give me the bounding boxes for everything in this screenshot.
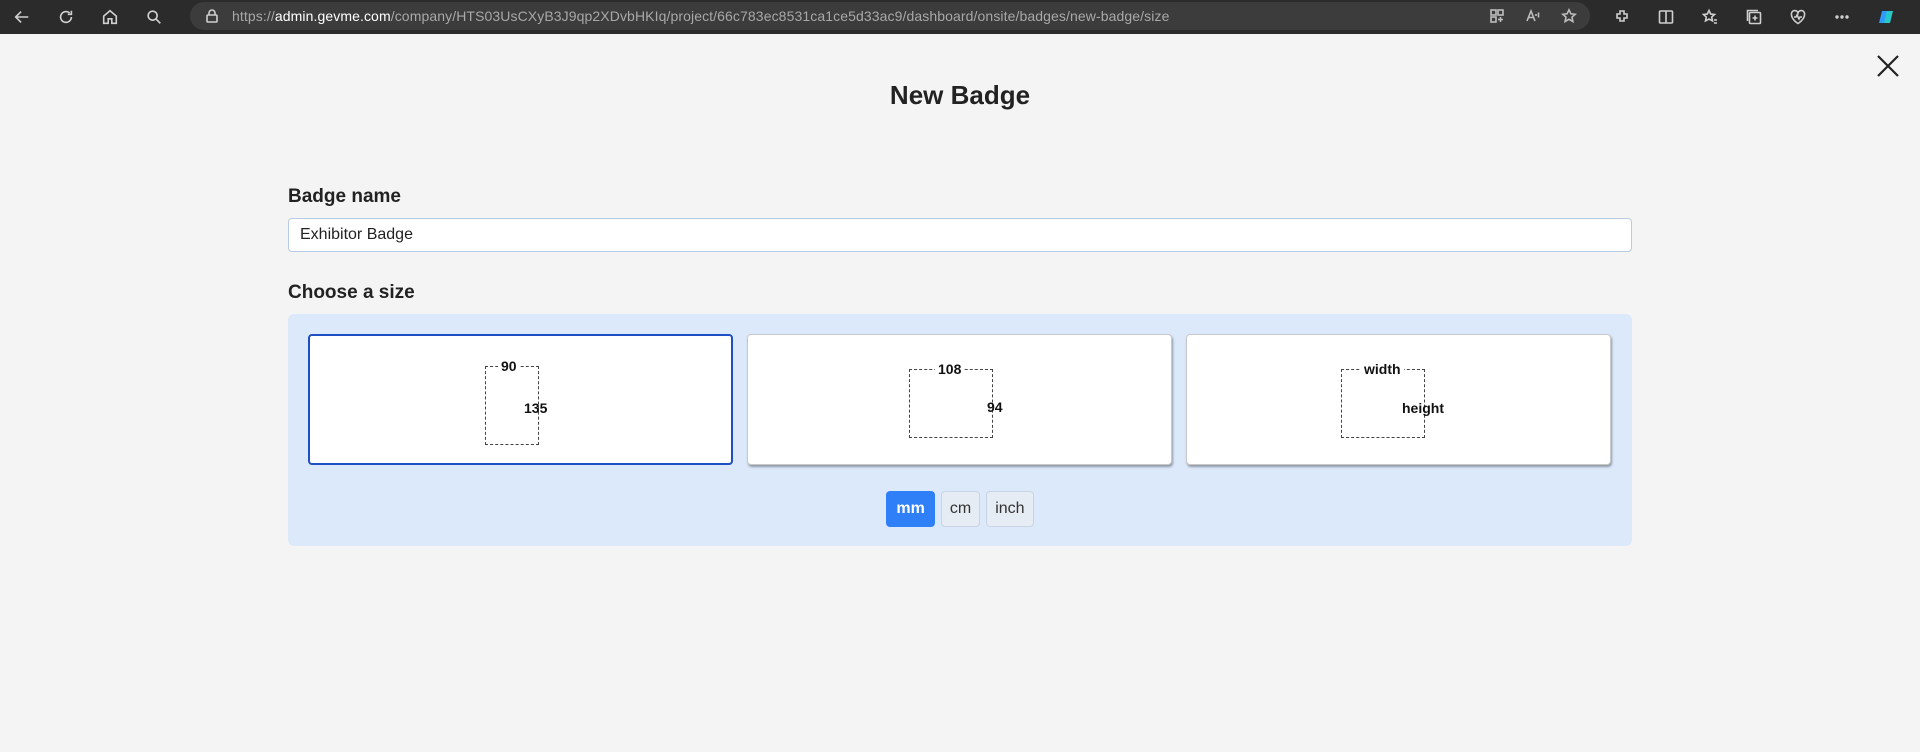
browser-toolbar: https://admin.gevme.com/company/HTS03UsC… bbox=[0, 0, 1920, 34]
collections-icon[interactable] bbox=[1732, 0, 1776, 34]
home-button[interactable] bbox=[88, 0, 132, 34]
app-available-icon[interactable] bbox=[1486, 5, 1508, 27]
refresh-icon bbox=[59, 10, 73, 24]
size-height-label: height bbox=[1402, 400, 1444, 416]
read-aloud-icon[interactable] bbox=[1522, 5, 1544, 27]
home-icon bbox=[102, 9, 118, 25]
unit-mm-button[interactable]: mm bbox=[886, 491, 935, 527]
size-height-label: 135 bbox=[524, 400, 548, 416]
close-icon bbox=[1877, 55, 1899, 77]
more-options-icon[interactable] bbox=[1820, 0, 1864, 34]
copilot-icon[interactable] bbox=[1864, 0, 1908, 34]
search-button[interactable] bbox=[132, 0, 176, 34]
unit-cm-button[interactable]: cm bbox=[940, 491, 981, 527]
page-title: New Badge bbox=[889, 80, 1031, 110]
badge-outline bbox=[909, 369, 993, 438]
url-prefix: https:// bbox=[232, 8, 275, 24]
size-height-label: 94 bbox=[987, 399, 1003, 415]
address-bar-actions bbox=[1486, 2, 1580, 30]
size-selection-panel: 90 135 108 94 width height mm cm inch bbox=[288, 314, 1632, 546]
favorites-icon[interactable] bbox=[1688, 0, 1732, 34]
address-bar[interactable]: https://admin.gevme.com/company/HTS03UsC… bbox=[190, 2, 1590, 30]
extensions-icon[interactable] bbox=[1600, 0, 1644, 34]
close-button[interactable] bbox=[1874, 52, 1902, 80]
size-width-label: 108 bbox=[935, 361, 965, 377]
browser-actions bbox=[1600, 0, 1908, 34]
badge-name-input[interactable] bbox=[288, 218, 1632, 252]
size-option-card[interactable]: 108 94 bbox=[747, 334, 1172, 465]
size-width-label: width bbox=[1361, 361, 1404, 377]
search-icon bbox=[147, 10, 161, 24]
badge-name-label: Badge name bbox=[288, 186, 401, 207]
size-option-card[interactable]: width height bbox=[1186, 334, 1611, 465]
unit-inch-button[interactable]: inch bbox=[986, 491, 1034, 527]
url-text: https://admin.gevme.com/company/HTS03UsC… bbox=[232, 8, 1169, 24]
back-button[interactable] bbox=[0, 0, 44, 34]
lock-icon bbox=[204, 8, 220, 24]
size-width-label: 90 bbox=[498, 358, 520, 374]
url-path: /company/HTS03UsCXyB3J9qp2XDvbHKIq/proje… bbox=[390, 8, 1170, 24]
size-option-card[interactable]: 90 135 bbox=[308, 334, 733, 465]
url-host: admin.gevme.com bbox=[274, 8, 391, 24]
refresh-button[interactable] bbox=[44, 0, 88, 34]
favorite-star-icon[interactable] bbox=[1558, 5, 1580, 27]
choose-size-label: Choose a size bbox=[288, 282, 415, 303]
browser-essentials-icon[interactable] bbox=[1776, 0, 1820, 34]
back-arrow-icon bbox=[14, 11, 29, 23]
unit-toggle-group: mm cm inch bbox=[288, 491, 1632, 527]
split-screen-icon[interactable] bbox=[1644, 0, 1688, 34]
